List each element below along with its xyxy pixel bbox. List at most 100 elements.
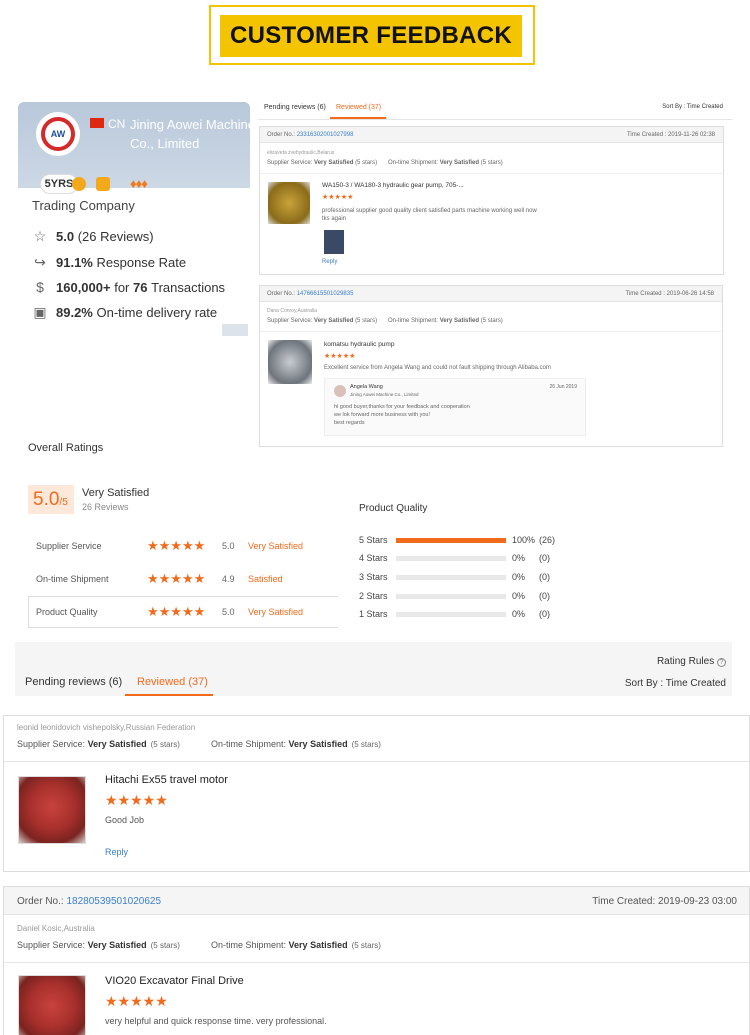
rating-name-supplier-service: Supplier Service: [36, 541, 102, 551]
rating-name-shipment: On-time Shipment: [36, 574, 109, 584]
rating-rules-label: Rating Rules: [656, 656, 715, 667]
label-shipment: Satisfied: [248, 574, 283, 584]
delivery-row: ▣ 89.2% On-time delivery rate: [32, 304, 217, 321]
mini-attachment-image[interactable]: [324, 230, 344, 254]
mini-supplier-label-2: Supplier Service:: [267, 318, 313, 324]
overall-label: Very Satisfied: [82, 487, 150, 499]
supplier-response-box: Angela Wang Jining Aowei Machine Co., Li…: [324, 378, 586, 436]
mini-shipment-stars: (5 stars): [480, 160, 503, 166]
shipment-rating-2: On-time Shipment: Very Satisfied (5 stars…: [211, 940, 381, 950]
review-text: Good Job: [105, 815, 145, 825]
mini-sort[interactable]: Sort By : Time Created: [662, 104, 723, 110]
supplier-name[interactable]: Jining Aowei Machine Co., Limited: [130, 115, 260, 153]
mini-review-card-2: Order No.: 14766615501029835 Time Create…: [259, 285, 723, 447]
rating-name-product-quality[interactable]: Product Quality: [36, 607, 98, 617]
banner-title: CUSTOMER FEEDBACK: [220, 15, 522, 57]
shipment-stars-2: (5 stars): [351, 941, 381, 950]
reply-arrow-icon: ↪: [34, 254, 46, 270]
delivery-rate-label: On-time delivery rate: [96, 305, 218, 320]
bar-label: 4 Stars: [359, 553, 388, 563]
scroll-handle[interactable]: [222, 324, 248, 336]
reviews-tabbar: Rating Rules ? Pending reviews (6) Revie…: [15, 642, 732, 696]
bar-track: [396, 575, 506, 580]
avatar: [334, 385, 346, 397]
mini-time-2: Time Created : 2019-06-26 14:58: [625, 291, 715, 297]
shipment-value: Very Satisfied: [288, 739, 348, 749]
mini-product-image-2[interactable]: [268, 340, 312, 384]
mini-order-label: Order No.:: [267, 132, 296, 138]
mini-reply-link[interactable]: Reply: [322, 259, 337, 265]
rating-value: 5.0: [56, 229, 75, 244]
stars-shipment: ★★★★★: [147, 571, 206, 586]
supplier-service-stars-2: (5 stars): [150, 941, 180, 950]
supplier-service-value: Very Satisfied: [87, 739, 147, 749]
review-stars: ★★★★★: [105, 792, 168, 808]
bar-track: [396, 556, 506, 561]
reviewer-name-2: Daniel Kosic,Australia: [17, 924, 95, 933]
time-created: Time Created: 2019-09-23 03:00: [592, 896, 737, 907]
supplier-service-label: Supplier Service:: [17, 739, 86, 749]
mini-reviewer-2: Dana Conroy,Australia: [267, 308, 317, 314]
mini-product-title-2[interactable]: komatsu hydraulic pump: [324, 341, 394, 348]
bar-count: (26): [539, 535, 556, 545]
shipment-label: On-time Shipment:: [211, 739, 287, 749]
supplier-service-label-2: Supplier Service:: [17, 940, 86, 950]
tab-reviewed[interactable]: Reviewed (37): [137, 676, 208, 688]
label-supplier-service: Very Satisfied: [248, 541, 304, 551]
shipment-value-2: Very Satisfied: [288, 940, 348, 950]
reply-link[interactable]: Reply: [105, 847, 128, 857]
mini-order-no[interactable]: 23316302001027998: [297, 132, 354, 138]
review-count[interactable]: (26 Reviews): [78, 229, 154, 244]
product-image[interactable]: [18, 776, 86, 844]
response-rate-label: Response Rate: [96, 255, 187, 270]
response-text-2: we lok forward more business with you!: [334, 412, 430, 418]
bar-percent: 0%: [512, 572, 526, 582]
label-product-quality: Very Satisfied: [248, 607, 304, 617]
review-head: Order No.: 18280539501020625 Time Create…: [4, 887, 749, 915]
mini-stars-2: ★★★★★: [324, 353, 356, 360]
mini-supplier-label: Supplier Service:: [267, 160, 313, 166]
bar-label: 5 Stars: [359, 535, 388, 545]
tab-pending-reviews[interactable]: Pending reviews (6): [25, 676, 122, 688]
response-row: ↪ 91.1% Response Rate: [32, 254, 186, 271]
mini-shipment-label-2: On-time Shipment:: [388, 318, 439, 324]
product-image-2[interactable]: [18, 975, 86, 1035]
rating-rules-link[interactable]: Rating Rules ?: [657, 656, 726, 667]
product-title-2[interactable]: VIO20 Excavator Final Drive: [105, 975, 244, 987]
dollar-icon: $: [36, 279, 44, 295]
product-title[interactable]: Hitachi Ex55 travel motor: [105, 774, 228, 786]
supplier-service-rating: Supplier Service: Very Satisfied (5 stars…: [17, 739, 180, 749]
supplier-card: AW CN Jining Aowei Machine Co., Limited …: [10, 98, 255, 336]
bar-percent: 0%: [512, 609, 526, 619]
order-no-link[interactable]: 18280539501020625: [66, 896, 161, 907]
transactions-count: 76: [133, 279, 148, 295]
mini-supplier-stars-2: (5 stars): [355, 318, 378, 324]
sort-by[interactable]: Sort By : Time Created: [625, 678, 726, 689]
bar-count: (0): [539, 609, 550, 619]
bar-label: 3 Stars: [359, 572, 388, 582]
mini-time: Time Created : 2019-11-26 02:38: [626, 132, 715, 138]
response-date: 26 Jun 2019: [549, 384, 577, 390]
company-logo-icon: AW: [36, 112, 80, 156]
mini-order-no-2[interactable]: 14766615501029835: [297, 291, 354, 297]
assessed-supplier-icon: [96, 177, 110, 191]
order-number: Order No.: 18280539501020625: [17, 896, 161, 907]
mini-reviewer: elizaveta zvehydraulic,Belarus: [267, 150, 335, 156]
bar-count: (0): [539, 591, 550, 601]
mini-stars: ★★★★★: [322, 194, 354, 201]
mini-review-head-2: Order No.: 14766615501029835 Time Create…: [260, 286, 722, 302]
mini-product-image[interactable]: [268, 182, 310, 224]
transactions-label: Transactions: [151, 279, 226, 295]
mini-tab-pending[interactable]: Pending reviews (6): [264, 104, 326, 111]
business-type: Trading Company: [32, 198, 135, 213]
transactions-row: $ 160,000+ for 76 Transactions: [32, 279, 225, 295]
diamond-rating-icon: ♦♦♦: [130, 176, 148, 191]
mini-tabbar: Pending reviews (6) Reviewed (37) Sort B…: [258, 98, 733, 120]
truck-icon: ▣: [33, 304, 47, 320]
overall-ratings-title: Overall Ratings: [28, 442, 104, 454]
supplier-service-rating-2: Supplier Service: Very Satisfied (5 stars…: [17, 940, 180, 950]
mini-product-title[interactable]: WA150-3 / WA180-3 hydraulic gear pump, 7…: [322, 182, 464, 189]
mini-tab-reviewed[interactable]: Reviewed (37): [336, 104, 381, 111]
rating-row: ☆ 5.0 (26 Reviews): [32, 228, 154, 245]
mini-review-text: professional supplier good quality clien…: [322, 208, 537, 222]
